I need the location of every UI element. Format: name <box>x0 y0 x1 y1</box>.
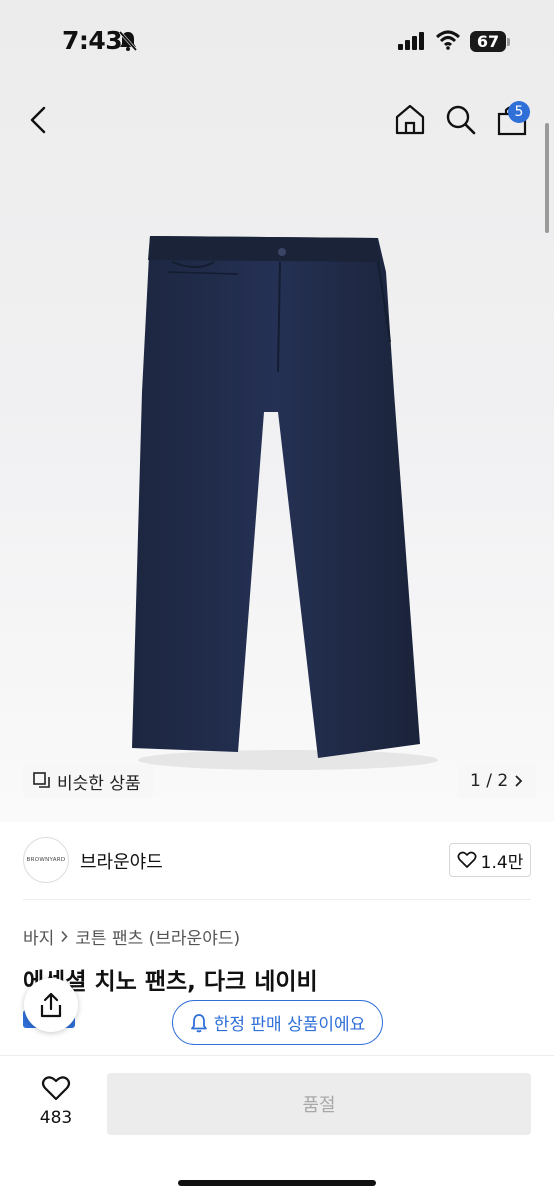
battery-indicator: 67 <box>470 31 506 52</box>
signal-icon <box>398 32 424 50</box>
limited-sale-notice[interactable]: 한정 판매 상품이에요 <box>172 1000 383 1045</box>
breadcrumb: 바지 코튼 팬츠 (브라운야드) <box>23 924 240 949</box>
search-icon[interactable] <box>445 104 477 136</box>
similar-products-label: 비슷한 상품 <box>57 773 141 794</box>
clock: 7:43 <box>62 26 123 55</box>
pager-label: 1 / 2 <box>470 771 509 791</box>
breadcrumb-category[interactable]: 바지 <box>23 924 54 949</box>
product-photo-pants <box>132 236 438 770</box>
brand-logo[interactable]: BROWNYARD <box>23 837 69 883</box>
share-button[interactable] <box>24 978 78 1032</box>
back-icon[interactable] <box>28 106 50 134</box>
heart-icon <box>457 851 477 868</box>
share-icon <box>40 992 62 1018</box>
brand-like-button[interactable]: 1.4만 <box>449 843 531 877</box>
divider <box>23 899 531 900</box>
cart-count-badge: 5 <box>508 101 530 123</box>
brand-name[interactable]: 브라운야드 <box>80 848 163 874</box>
similar-products-button[interactable]: 비슷한 상품 <box>23 764 153 798</box>
home-indicator <box>178 1180 376 1186</box>
bell-icon <box>190 1013 207 1032</box>
wishlist-count: 483 <box>39 1108 73 1128</box>
brand-logo-text: BROWNYARD <box>26 857 66 863</box>
heart-icon <box>41 1076 71 1101</box>
brand-like-count: 1.4만 <box>480 852 524 873</box>
limited-sale-label: 한정 판매 상품이에요 <box>213 1015 366 1035</box>
soldout-button[interactable]: 품절 <box>107 1073 531 1135</box>
wifi-icon <box>436 30 460 50</box>
scrollbar[interactable] <box>545 123 549 233</box>
home-icon[interactable] <box>394 103 426 135</box>
wishlist-button[interactable]: 483 <box>30 1075 82 1128</box>
status-bar: 7:43 67 <box>0 0 554 80</box>
copy-icon <box>33 772 50 788</box>
image-pager[interactable]: 1 / 2 <box>458 764 537 798</box>
bell-off-icon <box>118 31 138 51</box>
breadcrumb-subcategory[interactable]: 코튼 팬츠 (브라운야드) <box>75 924 240 949</box>
chevron-right-icon <box>515 775 523 787</box>
chevron-right-icon <box>61 930 68 943</box>
battery-cap <box>507 38 510 46</box>
